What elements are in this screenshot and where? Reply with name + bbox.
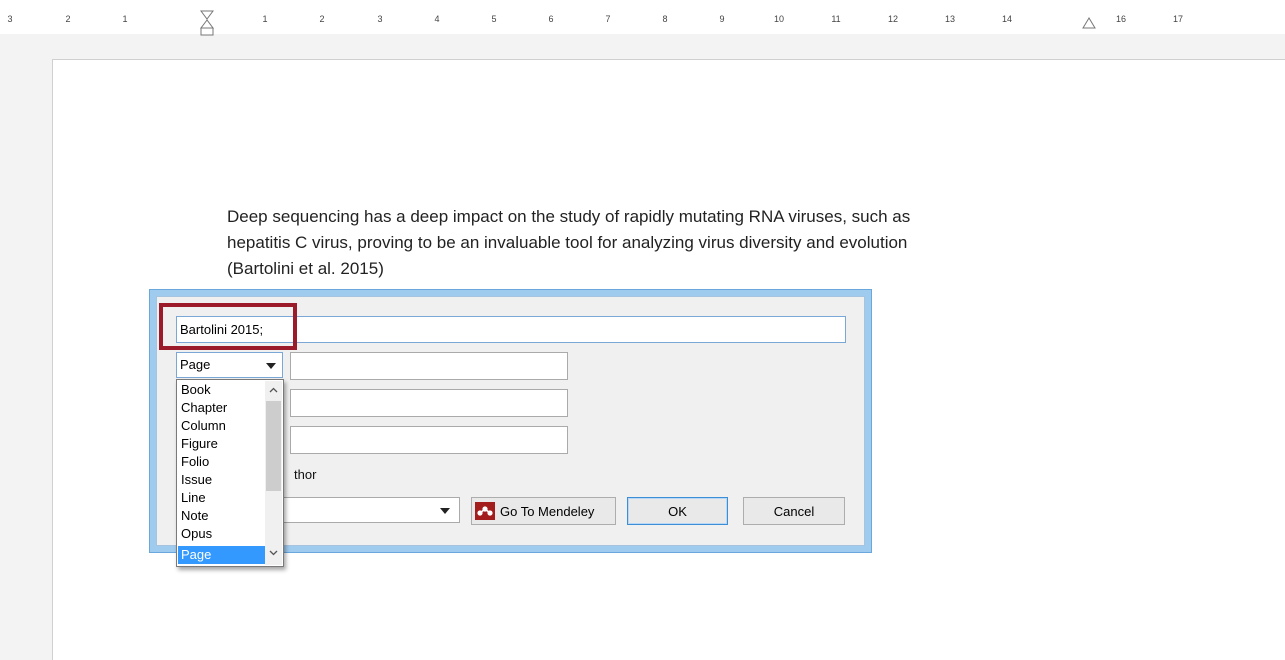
- ruler-label: 11: [831, 14, 841, 24]
- suffix-input[interactable]: [290, 426, 568, 454]
- horizontal-ruler[interactable]: 3 2 1 1 2 3 4 5 6 7 8 9 10 11 12 13 14 1…: [0, 0, 1285, 36]
- ruler-label: 7: [605, 14, 611, 24]
- ruler-label: 10: [773, 14, 785, 24]
- paragraph-line: (Bartolini et al. 2015): [227, 259, 384, 278]
- locator-type-dropdown-list[interactable]: Book Chapter Column Figure Folio Issue L…: [176, 379, 284, 567]
- ok-label: OK: [668, 503, 687, 519]
- ruler-label: 14: [1001, 14, 1013, 24]
- paragraph-line: Deep sequencing has a deep impact on the…: [227, 207, 911, 226]
- cancel-button[interactable]: Cancel: [743, 497, 845, 525]
- dropdown-option-issue[interactable]: Issue: [178, 471, 265, 489]
- dropdown-option-book[interactable]: Book: [178, 381, 265, 399]
- ruler-label: 8: [662, 14, 668, 24]
- prefix-input[interactable]: [290, 389, 568, 417]
- dropdown-option-figure[interactable]: Figure: [178, 435, 265, 453]
- document-body-text[interactable]: Deep sequencing has a deep impact on the…: [227, 204, 1107, 282]
- scroll-thumb[interactable]: [266, 401, 281, 491]
- ruler-label: 3: [377, 14, 383, 24]
- dropdown-option-note[interactable]: Note: [178, 507, 265, 525]
- ruler-label: 13: [944, 14, 956, 24]
- locator-selected-value: Page: [180, 357, 211, 372]
- dropdown-scrollbar[interactable]: [265, 381, 282, 565]
- dropdown-option-chapter[interactable]: Chapter: [178, 399, 265, 417]
- right-indent-marker-icon[interactable]: [1082, 16, 1096, 30]
- ruler-label: 6: [548, 14, 554, 24]
- ruler-label: 1: [262, 14, 268, 24]
- ruler-label: 4: [434, 14, 440, 24]
- highlight-annotation: [159, 303, 297, 350]
- dropdown-option-column[interactable]: Column: [178, 417, 265, 435]
- dropdown-option-folio[interactable]: Folio: [178, 453, 265, 471]
- ruler-label: 12: [887, 14, 899, 24]
- scroll-down-icon[interactable]: [269, 548, 278, 557]
- dropdown-option-opus[interactable]: Opus: [178, 525, 265, 543]
- ruler-label: 16: [1115, 14, 1127, 24]
- scroll-up-icon[interactable]: [269, 386, 278, 395]
- ruler-label: 5: [491, 14, 497, 24]
- paragraph-line: hepatitis C virus, proving to be an inva…: [227, 233, 908, 252]
- ruler-label: 9: [719, 14, 725, 24]
- ruler-label: 3: [7, 14, 13, 24]
- locator-value-input[interactable]: [290, 352, 568, 380]
- dropdown-option-page[interactable]: Page: [178, 546, 265, 564]
- chevron-down-icon: [440, 508, 450, 514]
- cancel-label: Cancel: [773, 503, 815, 519]
- mendeley-logo-icon: [475, 502, 495, 520]
- left-indent-marker-icon[interactable]: [200, 10, 214, 36]
- dropdown-option-line[interactable]: Line: [178, 489, 265, 507]
- ruler-label: 17: [1172, 14, 1184, 24]
- go-to-mendeley-button[interactable]: Go To Mendeley: [471, 497, 616, 525]
- go-to-mendeley-label: Go To Mendeley: [500, 503, 595, 519]
- suppress-author-label[interactable]: thor: [294, 467, 316, 482]
- ruler-label: 2: [319, 14, 325, 24]
- ruler-label: 2: [65, 14, 71, 24]
- ruler-label: 1: [122, 14, 128, 24]
- chevron-down-icon: [266, 363, 276, 369]
- ok-button[interactable]: OK: [627, 497, 728, 525]
- locator-type-select[interactable]: Page: [176, 352, 283, 378]
